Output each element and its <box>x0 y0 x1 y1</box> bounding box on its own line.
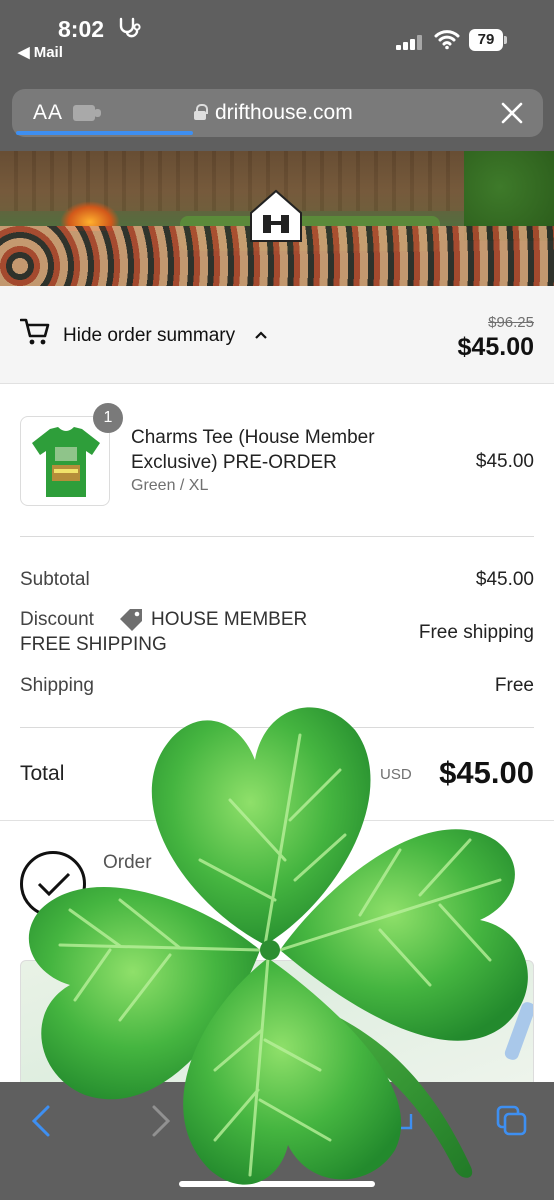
browser-chrome: 8:02 ◀ Mail 79 AA drifthouse.com <box>0 0 554 151</box>
original-price: $96.25 <box>488 314 534 331</box>
hide-order-summary-toggle[interactable]: Hide order summary <box>63 325 235 347</box>
subtotal-label: Subtotal <box>20 569 90 590</box>
back-arrow-icon[interactable] <box>30 1104 52 1138</box>
status-time: 8:02 <box>58 16 105 42</box>
delivery-map[interactable] <box>20 960 534 1090</box>
cellular-signal-icon <box>396 34 426 50</box>
product-thumbnail <box>20 416 110 506</box>
product-variant: Green / XL <box>131 477 209 494</box>
share-icon[interactable] <box>393 1104 413 1130</box>
close-icon[interactable] <box>500 101 524 125</box>
cart-icon <box>20 318 50 345</box>
chevron-up-icon <box>255 331 267 339</box>
address-bar[interactable]: AA drifthouse.com <box>12 89 543 137</box>
summary-price: $45.00 <box>457 333 534 361</box>
hero-banner-image <box>0 151 554 286</box>
battery-indicator: 79 <box>469 29 503 51</box>
url-text[interactable]: drifthouse.com <box>215 101 353 125</box>
section-divider <box>0 820 554 821</box>
total-label: Total <box>20 762 65 785</box>
total-currency: USD <box>380 766 412 783</box>
lock-icon <box>194 104 208 120</box>
stethoscope-icon <box>119 17 141 38</box>
home-indicator <box>179 1181 375 1187</box>
tshirt-image <box>32 427 100 497</box>
forward-arrow-icon[interactable] <box>150 1104 172 1138</box>
discount-label: Discount <box>20 609 94 630</box>
order-summary-bar[interactable]: Hide order summary $96.25 $45.00 <box>0 286 554 384</box>
checkmark-icon <box>37 872 71 897</box>
battery-tip <box>504 36 507 44</box>
product-price: $45.00 <box>475 451 534 472</box>
map-water <box>503 1000 533 1062</box>
tag-icon <box>120 609 142 631</box>
order-label: Order <box>103 852 152 873</box>
back-to-app[interactable]: ◀ Mail <box>18 43 63 61</box>
divider <box>20 727 534 728</box>
product-name: Charms Tee (House Member Exclusive) PRE-… <box>131 427 375 473</box>
discount-code-line2: FREE SHIPPING <box>20 634 167 655</box>
extension-icon[interactable] <box>73 105 101 121</box>
wifi-icon <box>434 30 460 50</box>
text-size-button[interactable]: AA <box>33 101 63 125</box>
discount-code-line1: HOUSE MEMBER <box>151 609 308 630</box>
page-load-progress <box>16 131 193 135</box>
divider <box>20 536 534 537</box>
tabs-icon[interactable] <box>495 1104 529 1138</box>
shipping-value: Free <box>494 675 534 696</box>
back-app-label: Mail <box>33 44 63 61</box>
drifthouse-logo[interactable] <box>245 187 307 245</box>
discount-value: Free shipping <box>418 622 534 643</box>
shipping-label: Shipping <box>20 675 94 696</box>
total-value: $45.00 <box>439 755 534 790</box>
quantity-badge: 1 <box>93 403 123 433</box>
subtotal-value: $45.00 <box>475 569 534 590</box>
